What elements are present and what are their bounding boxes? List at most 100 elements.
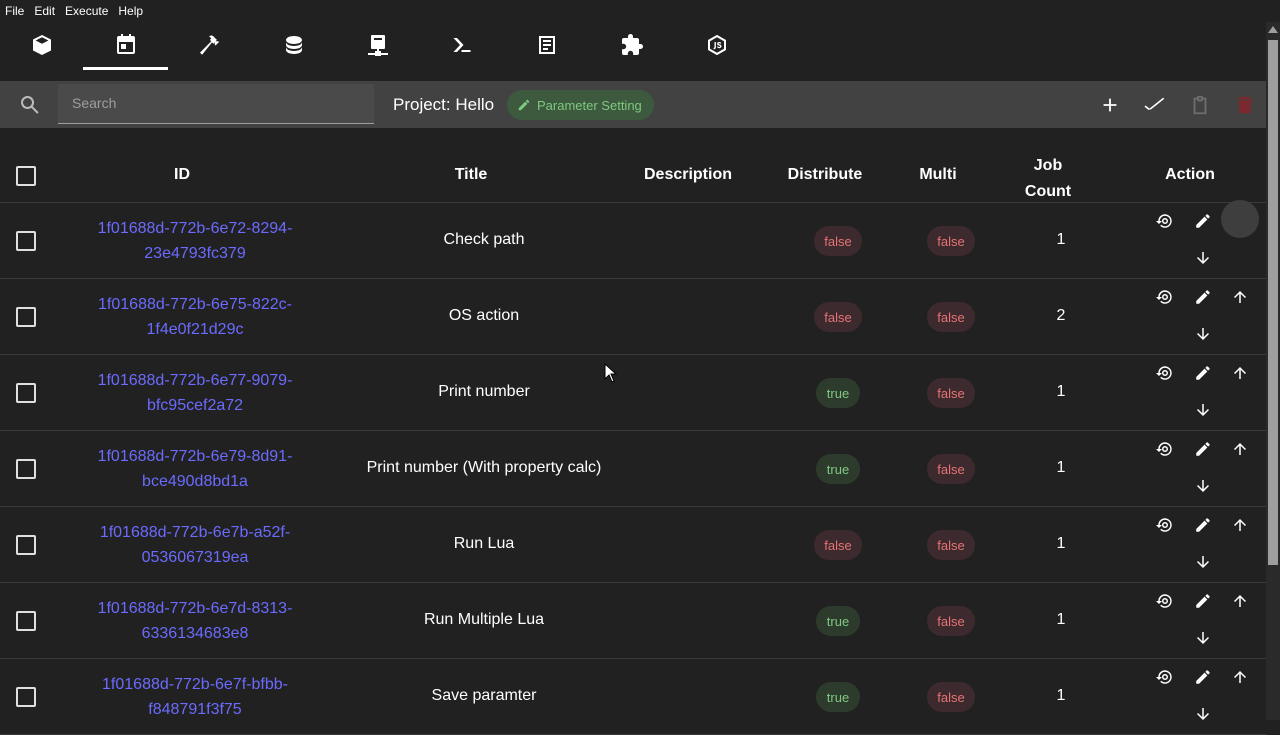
server-network-icon[interactable] bbox=[336, 22, 420, 68]
calendar-icon[interactable] bbox=[84, 22, 168, 68]
restore-button[interactable] bbox=[1155, 363, 1175, 383]
job-id-link[interactable]: 1f01688d-772b-6e7b-a52f- 0536067319ea bbox=[85, 520, 305, 570]
mouse-cursor-icon bbox=[604, 363, 618, 383]
edit-button[interactable] bbox=[1193, 439, 1213, 459]
move-down-button[interactable] bbox=[1193, 552, 1213, 572]
console-icon[interactable] bbox=[420, 22, 504, 68]
row-checkbox[interactable] bbox=[16, 383, 36, 403]
arrow-up-icon bbox=[1234, 519, 1246, 531]
move-down-button[interactable] bbox=[1193, 628, 1213, 648]
distribute-badge: false bbox=[814, 302, 862, 332]
search-field bbox=[58, 84, 374, 124]
nodejs-icon[interactable] bbox=[675, 22, 759, 68]
job-id-link[interactable]: 1f01688d-772b-6e7d-8313- 6336134683e8 bbox=[85, 596, 305, 646]
row-checkbox[interactable] bbox=[16, 611, 36, 631]
restore-icon bbox=[1156, 518, 1172, 532]
distribute-badge: true bbox=[816, 378, 860, 408]
pencil-icon bbox=[1196, 518, 1210, 532]
distribute-badge: false bbox=[814, 530, 862, 560]
menu-help[interactable]: Help bbox=[113, 0, 148, 22]
action-bar: Project: Hello Parameter Setting bbox=[0, 81, 1266, 128]
add-button[interactable] bbox=[1097, 92, 1123, 118]
scroll-thumb[interactable] bbox=[1268, 40, 1278, 565]
table-row[interactable]: 1f01688d-772b-6e7d-8313- 6336134683e8 Ru… bbox=[0, 583, 1266, 659]
search-input[interactable] bbox=[58, 84, 362, 122]
arrow-down-icon bbox=[1197, 404, 1209, 416]
move-up-button[interactable] bbox=[1230, 667, 1250, 687]
vertical-scrollbar[interactable] bbox=[1266, 22, 1280, 720]
move-down-button[interactable] bbox=[1193, 400, 1213, 420]
row-checkbox[interactable] bbox=[16, 535, 36, 555]
row-checkbox[interactable] bbox=[16, 231, 36, 251]
restore-button[interactable] bbox=[1155, 439, 1175, 459]
job-count: 2 bbox=[1056, 307, 1066, 324]
move-up-button[interactable] bbox=[1230, 515, 1250, 535]
move-up-button[interactable] bbox=[1230, 439, 1250, 459]
multi-badge: false bbox=[927, 530, 975, 560]
table-row[interactable]: 1f01688d-772b-6e77-9079- bfc95cef2a72 Pr… bbox=[0, 355, 1266, 431]
edit-button[interactable] bbox=[1193, 287, 1213, 307]
table-row[interactable]: 1f01688d-772b-6e72-8294- 23e4793fc379 Ch… bbox=[0, 203, 1266, 279]
restore-icon bbox=[1156, 290, 1172, 304]
search-icon[interactable] bbox=[18, 93, 42, 117]
move-up-button[interactable] bbox=[1230, 287, 1250, 307]
restore-button[interactable] bbox=[1155, 211, 1175, 231]
restore-button[interactable] bbox=[1155, 515, 1175, 535]
table-row[interactable]: 1f01688d-772b-6e7f-bfbb- f848791f3f75 Sa… bbox=[0, 659, 1266, 735]
pencil-icon bbox=[518, 99, 530, 111]
job-id-link[interactable]: 1f01688d-772b-6e75-822c- 1f4e0f21d29c bbox=[85, 292, 305, 342]
table-body: 1f01688d-772b-6e72-8294- 23e4793fc379 Ch… bbox=[0, 203, 1266, 735]
hammer-icon[interactable] bbox=[168, 22, 252, 68]
menu-execute[interactable]: Execute bbox=[60, 0, 113, 22]
edit-button[interactable] bbox=[1193, 591, 1213, 611]
scroll-up-arrow[interactable] bbox=[1268, 26, 1278, 33]
restore-button[interactable] bbox=[1155, 591, 1175, 611]
active-tab-indicator bbox=[83, 67, 168, 70]
move-up-button[interactable] bbox=[1230, 363, 1250, 383]
package-icon[interactable] bbox=[0, 22, 84, 68]
table-row[interactable]: 1f01688d-772b-6e7b-a52f- 0536067319ea Ru… bbox=[0, 507, 1266, 583]
row-checkbox[interactable] bbox=[16, 687, 36, 707]
job-id-line1: 1f01688d-772b-6e72-8294- bbox=[97, 220, 293, 237]
clipboard-button[interactable] bbox=[1187, 92, 1213, 118]
job-id-line2: 23e4793fc379 bbox=[144, 245, 246, 262]
trash-icon bbox=[1237, 96, 1253, 114]
header-distribute: Distribute bbox=[787, 166, 863, 183]
move-down-button[interactable] bbox=[1193, 476, 1213, 496]
table-row[interactable]: 1f01688d-772b-6e79-8d91- bce490d8bd1a Pr… bbox=[0, 431, 1266, 507]
job-title: Run Multiple Lua bbox=[423, 611, 545, 628]
job-id-link[interactable]: 1f01688d-772b-6e79-8d91- bce490d8bd1a bbox=[85, 444, 305, 494]
select-all-checkbox[interactable] bbox=[16, 166, 36, 186]
header-action: Action bbox=[1165, 166, 1215, 183]
pencil-icon bbox=[1196, 366, 1210, 380]
note-icon[interactable] bbox=[505, 22, 589, 68]
job-id-link[interactable]: 1f01688d-772b-6e72-8294- 23e4793fc379 bbox=[85, 216, 305, 266]
edit-button[interactable] bbox=[1193, 667, 1213, 687]
job-count: 1 bbox=[1056, 611, 1066, 628]
edit-button[interactable] bbox=[1193, 211, 1213, 231]
edit-button[interactable] bbox=[1193, 363, 1213, 383]
restore-icon bbox=[1156, 366, 1172, 380]
edit-button[interactable] bbox=[1193, 515, 1213, 535]
restore-button[interactable] bbox=[1155, 667, 1175, 687]
database-icon[interactable] bbox=[252, 22, 336, 68]
restore-button[interactable] bbox=[1155, 287, 1175, 307]
restore-icon bbox=[1156, 442, 1172, 456]
menu-file[interactable]: File bbox=[0, 0, 29, 22]
job-id-link[interactable]: 1f01688d-772b-6e77-9079- bfc95cef2a72 bbox=[85, 368, 305, 418]
delete-button[interactable] bbox=[1232, 92, 1258, 118]
job-id-link[interactable]: 1f01688d-772b-6e7f-bfbb- f848791f3f75 bbox=[85, 672, 305, 722]
table-row[interactable]: 1f01688d-772b-6e75-822c- 1f4e0f21d29c OS… bbox=[0, 279, 1266, 355]
select-all-button[interactable] bbox=[1142, 92, 1168, 118]
parameter-setting-chip[interactable]: Parameter Setting bbox=[507, 90, 654, 120]
move-down-button[interactable] bbox=[1193, 704, 1213, 724]
row-checkbox[interactable] bbox=[16, 459, 36, 479]
menu-edit[interactable]: Edit bbox=[29, 0, 60, 22]
table-header: ID Title Description Distribute Multi Jo… bbox=[0, 128, 1266, 203]
move-up-button[interactable] bbox=[1230, 591, 1250, 611]
row-checkbox[interactable] bbox=[16, 307, 36, 327]
puzzle-icon[interactable] bbox=[590, 22, 674, 68]
move-down-button[interactable] bbox=[1193, 324, 1213, 344]
arrow-down-icon bbox=[1197, 556, 1209, 568]
move-down-button[interactable] bbox=[1193, 248, 1213, 268]
